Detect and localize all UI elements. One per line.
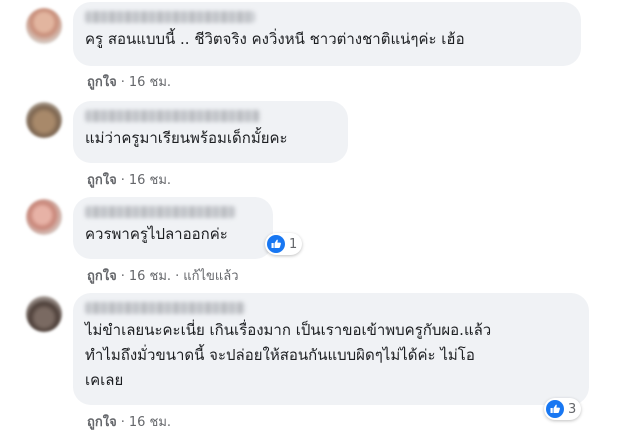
reaction-badge[interactable]: 1 (265, 233, 303, 255)
comment-bubble: แม่ว่าครูมาเรียนพร้อมเด็กมั้ยคะ (73, 101, 348, 163)
reaction-count: 3 (568, 401, 577, 417)
commenter-name-blurred[interactable] (85, 110, 260, 122)
comment-text-line: ครู สอนแบบนี้ .. ชีวิตจริง คงวิ่งหนี ชาว… (85, 30, 465, 48)
avatar[interactable] (26, 8, 62, 44)
comment-text-line: เคเลย (85, 371, 124, 389)
comment-meta: ถูกใจ · 16 ชม. · แก้ไขแล้ว (87, 265, 239, 286)
separator-dot: · (120, 269, 125, 284)
separator-dot: · (175, 269, 180, 284)
edited-label[interactable]: แก้ไขแล้ว (183, 269, 238, 284)
thumbs-up-icon (267, 235, 285, 253)
comment-text: ควรพาครูไปลาออกค่ะ (85, 222, 261, 247)
like-link[interactable]: ถูกใจ (87, 173, 117, 188)
avatar[interactable] (26, 199, 62, 235)
commenter-name-blurred[interactable] (85, 206, 235, 218)
timestamp[interactable]: 16 ชม. (129, 173, 171, 188)
comment-text-line: ควรพาครูไปลาออกค่ะ (85, 225, 228, 243)
like-link[interactable]: ถูกใจ (87, 75, 117, 90)
comment-bubble: ครู สอนแบบนี้ .. ชีวิตจริง คงวิ่งหนี ชาว… (73, 2, 581, 66)
commenter-name-blurred[interactable] (85, 11, 255, 23)
thumbs-up-icon (546, 400, 564, 418)
comment-text-line: ไม่ขำเลยนะคะเนี่ย เกินเรื่องมาก เป็นเราข… (85, 321, 492, 339)
avatar[interactable] (26, 102, 62, 138)
comment-bubble: ไม่ขำเลยนะคะเนี่ย เกินเรื่องมาก เป็นเราข… (73, 293, 589, 405)
commenter-name-blurred[interactable] (85, 302, 245, 314)
separator-dot: · (120, 173, 125, 188)
like-link[interactable]: ถูกใจ (87, 415, 117, 430)
reaction-count: 1 (289, 236, 298, 252)
comment-text-line: ทำไมถึงมั่วขนาดนี้ จะปล่อยให้สอนกันแบบผิ… (85, 346, 475, 364)
comment-text: ครู สอนแบบนี้ .. ชีวิตจริง คงวิ่งหนี ชาว… (85, 27, 569, 52)
like-link[interactable]: ถูกใจ (87, 269, 117, 284)
comment-text: แม่ว่าครูมาเรียนพร้อมเด็กมั้ยคะ (85, 126, 336, 151)
comment-meta: ถูกใจ · 16 ชม. (87, 71, 171, 92)
reaction-badge[interactable]: 3 (544, 398, 582, 420)
timestamp[interactable]: 16 ชม. (129, 75, 171, 90)
comment-text-line: แม่ว่าครูมาเรียนพร้อมเด็กมั้ยคะ (85, 129, 288, 147)
separator-dot: · (120, 415, 125, 430)
separator-dot: · (120, 75, 125, 90)
comment-meta: ถูกใจ · 16 ชม. (87, 169, 171, 190)
avatar[interactable] (26, 296, 62, 332)
timestamp[interactable]: 16 ชม. (129, 415, 171, 430)
timestamp[interactable]: 16 ชม. (129, 269, 171, 284)
comment-bubble: ควรพาครูไปลาออกค่ะ (73, 197, 273, 259)
comment-text: ไม่ขำเลยนะคะเนี่ย เกินเรื่องมาก เป็นเราข… (85, 318, 577, 393)
comment-thread: ครู สอนแบบนี้ .. ชีวิตจริง คงวิ่งหนี ชาว… (0, 0, 640, 434)
comment-meta: ถูกใจ · 16 ชม. (87, 411, 171, 432)
